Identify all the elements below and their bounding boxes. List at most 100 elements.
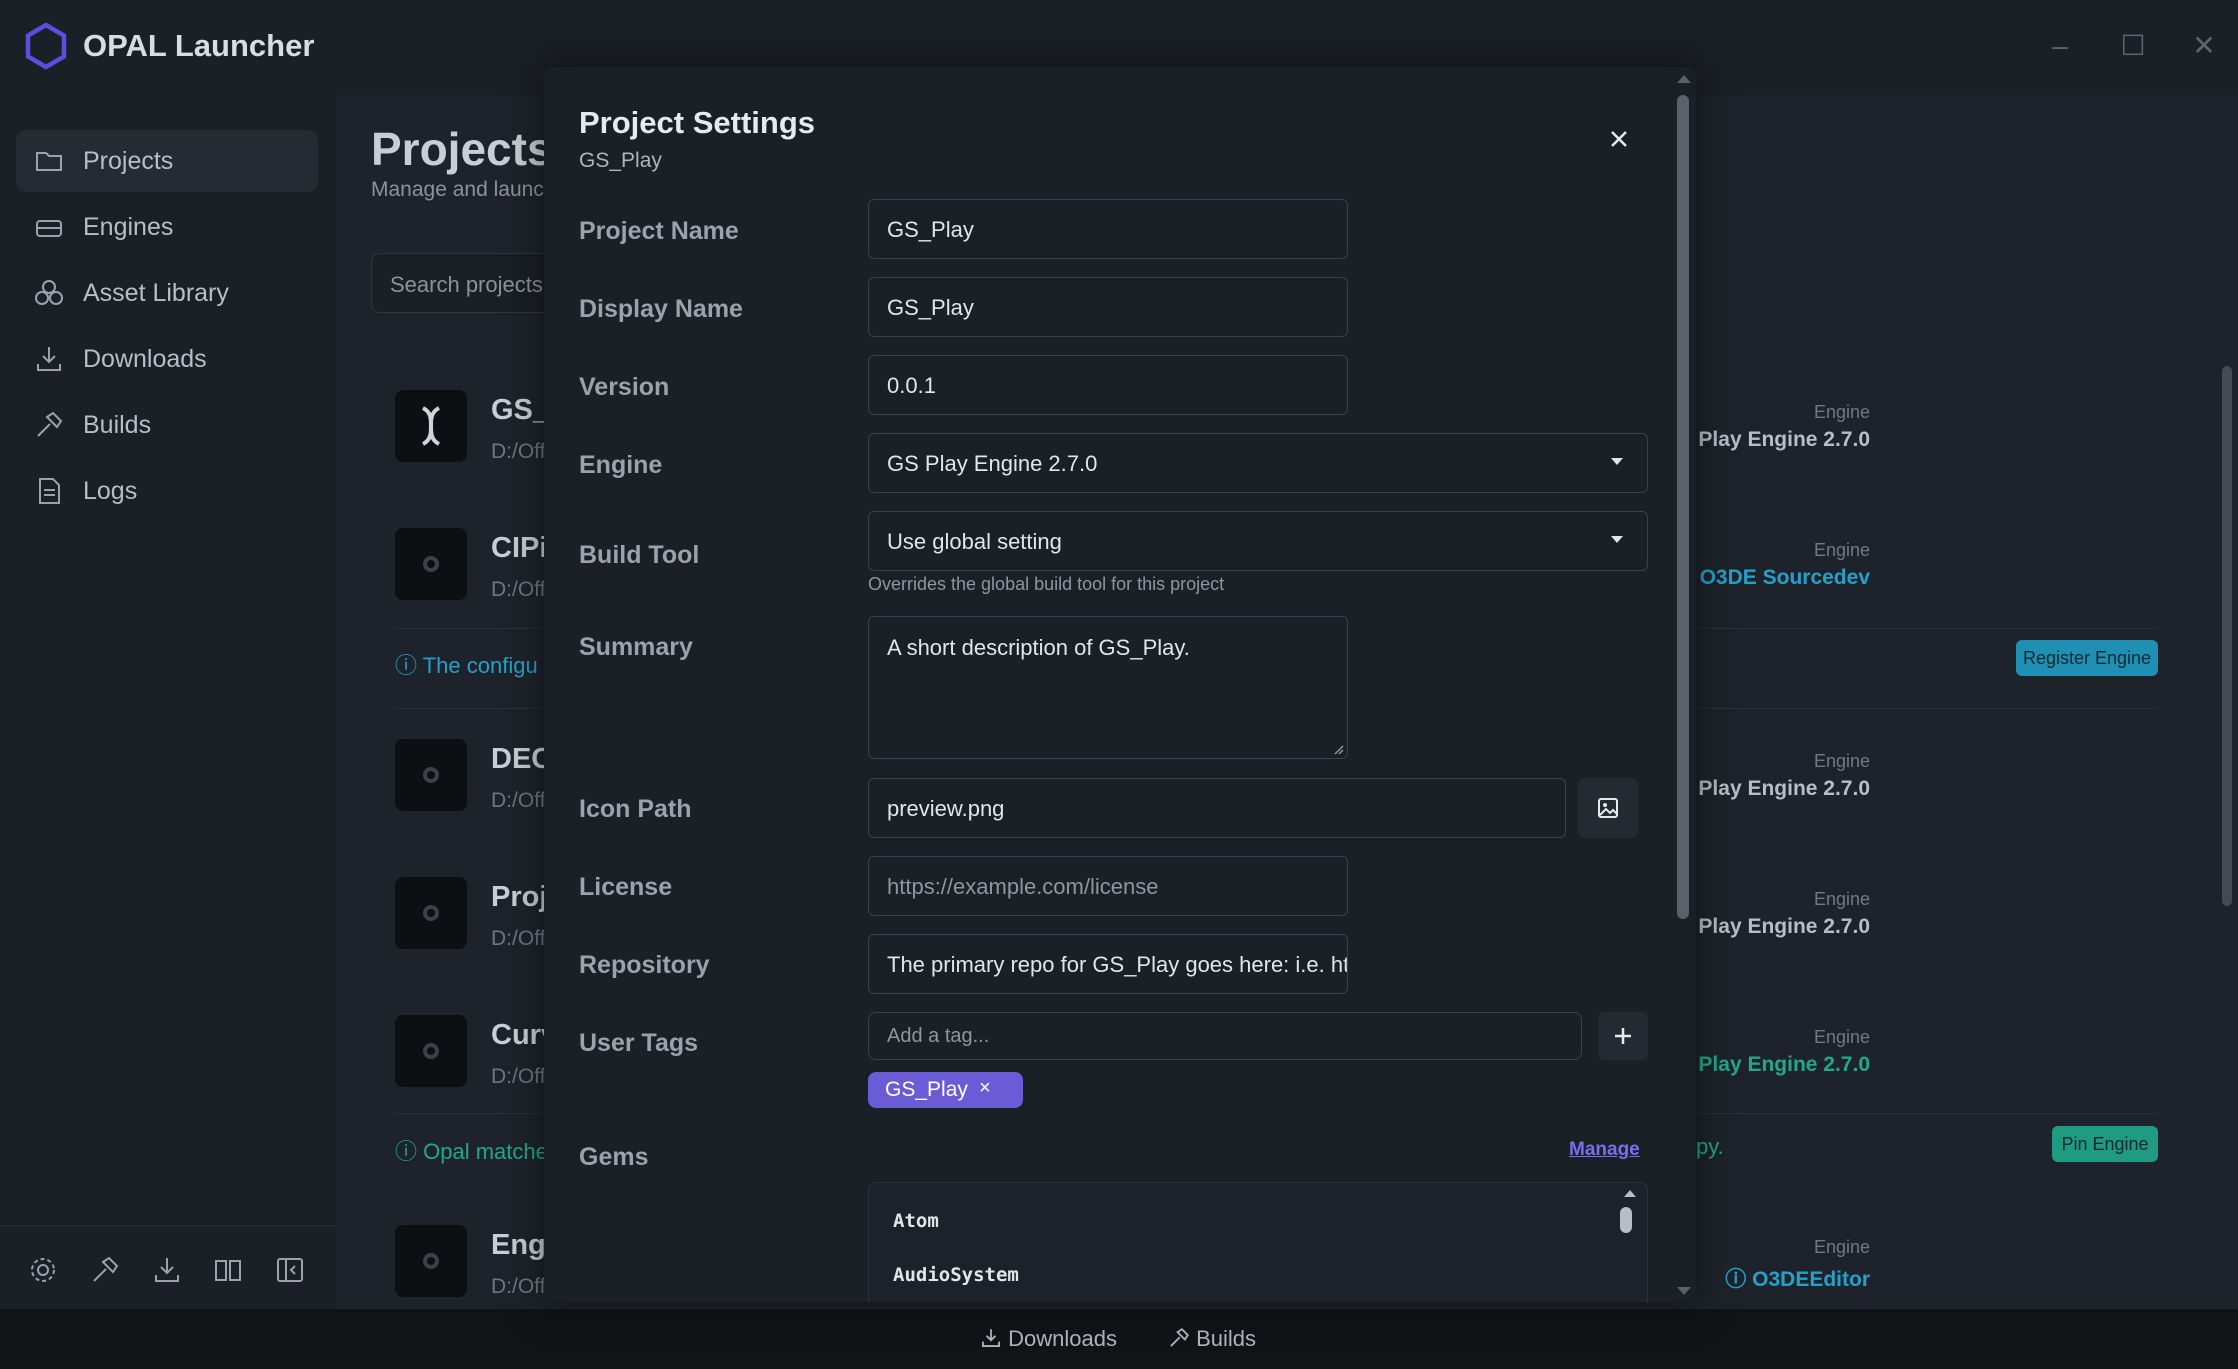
display-name-label: Display Name	[579, 295, 743, 323]
register-engine-button[interactable]: Register Engine	[2016, 640, 2158, 676]
maximize-button[interactable]: ☐	[2115, 28, 2151, 64]
config-notice-text: The configu	[422, 653, 538, 678]
project-path: D:/Off	[491, 927, 546, 950]
project-name[interactable]: CIPi	[491, 532, 547, 565]
display-name-value: GS_Play	[887, 295, 974, 320]
image-icon	[1598, 798, 1618, 818]
opal-notice-text: Opal matche	[423, 1139, 548, 1164]
project-path: D:/Off	[491, 440, 546, 463]
engine-name: S Play Engine 2.7.0	[1678, 777, 1870, 800]
folder-icon	[36, 152, 62, 171]
browse-image-button[interactable]	[1578, 778, 1638, 838]
sidebar-item-label: Builds	[83, 411, 152, 439]
close-icon	[1611, 131, 1627, 147]
project-icon	[395, 1015, 467, 1087]
dialog-scroll-up-arrow[interactable]	[1677, 75, 1691, 83]
engine-caption: Engine	[1813, 402, 1870, 422]
gems-scroll-up-arrow[interactable]	[1624, 1190, 1636, 1197]
gem-item[interactable]: Atom	[893, 1210, 939, 1232]
minimize-button[interactable]: –	[2042, 28, 2078, 64]
dialog-close-button[interactable]	[1602, 123, 1636, 157]
search-placeholder: Search projects...	[390, 272, 562, 297]
gems-list: Atom AudioSystem	[868, 1182, 1648, 1302]
download-icon[interactable]	[152, 1255, 182, 1285]
footer-builds[interactable]: Builds	[1168, 1326, 1256, 1352]
dialog-scroll-down-arrow[interactable]	[1677, 1287, 1691, 1295]
project-path: D:/Off	[491, 1065, 546, 1088]
gem-item[interactable]: AudioSystem	[893, 1264, 1019, 1286]
icon-path-label: Icon Path	[579, 795, 692, 823]
license-field[interactable]: https://example.com/license	[868, 856, 1348, 916]
engine-caption: Engine	[1813, 751, 1870, 771]
dialog-scrollbar[interactable]	[1677, 95, 1689, 919]
project-name-field[interactable]: GS_Play	[868, 199, 1348, 259]
project-icon	[395, 877, 467, 949]
add-tag-button[interactable]	[1598, 1012, 1648, 1060]
summary-value: A short description of GS_Play.	[887, 635, 1190, 660]
build-tool-label: Build Tool	[579, 541, 700, 569]
status-footer: Downloads Builds	[0, 1309, 2238, 1369]
project-name[interactable]: Proj	[491, 881, 547, 914]
opal-notice-tail: py.	[1696, 1134, 1724, 1159]
repository-field[interactable]: The primary repo for GS_Play goes here: …	[868, 934, 1348, 994]
tag-chip: GS_Play ×	[868, 1072, 1023, 1108]
repository-label: Repository	[579, 951, 710, 979]
hammer-icon	[1170, 1328, 1189, 1347]
gear-icon[interactable]	[28, 1255, 58, 1285]
collapse-sidebar-icon[interactable]	[275, 1255, 305, 1285]
project-icon	[395, 528, 467, 600]
sidebar-item-asset-library[interactable]: Asset Library	[16, 262, 318, 324]
book-icon[interactable]	[213, 1255, 243, 1285]
dialog-subtitle: GS_Play	[579, 149, 662, 172]
manage-gems-link[interactable]: Manage	[1569, 1139, 1640, 1161]
hammer-icon[interactable]	[90, 1255, 120, 1285]
sidebar-item-logs[interactable]: Logs	[16, 460, 318, 522]
license-label: License	[579, 873, 673, 901]
opal-notice: ⓘ Opal matche	[395, 1139, 548, 1164]
pin-engine-button[interactable]: Pin Engine	[2052, 1126, 2158, 1162]
hammer-icon	[37, 411, 63, 437]
project-settings-dialog: Project Settings GS_Play Project Name GS…	[544, 67, 1696, 1302]
display-name-field[interactable]: GS_Play	[868, 277, 1348, 337]
project-path: D:/Off	[491, 578, 546, 601]
footer-downloads[interactable]: Downloads	[980, 1326, 1117, 1352]
resize-handle-icon[interactable]	[1332, 743, 1344, 755]
sidebar-item-builds[interactable]: Builds	[16, 394, 318, 456]
engine-label: Engine	[579, 451, 663, 479]
version-field[interactable]: 0.0.1	[868, 355, 1348, 415]
footer-downloads-label: Downloads	[1008, 1326, 1117, 1351]
gems-scrollbar[interactable]	[1620, 1207, 1632, 1233]
engine-name: S Play Engine 2.7.0	[1678, 428, 1870, 451]
chevron-down-icon	[1611, 536, 1623, 543]
icon-path-value: preview.png	[887, 796, 1005, 821]
summary-label: Summary	[579, 633, 693, 661]
project-name[interactable]: Eng	[491, 1229, 546, 1262]
sidebar-item-downloads[interactable]: Downloads	[16, 328, 318, 390]
download-icon	[982, 1329, 1000, 1347]
sidebar-item-projects[interactable]: Projects	[16, 130, 318, 192]
sidebar-item-label: Projects	[83, 147, 174, 175]
remove-tag-button[interactable]: ×	[979, 1077, 991, 1100]
document-icon	[39, 478, 60, 504]
project-name[interactable]: GS_	[491, 394, 549, 427]
footer-builds-label: Builds	[1196, 1326, 1257, 1351]
project-name-label: Project Name	[579, 217, 739, 245]
engine-caption: Engine	[1813, 540, 1870, 560]
sidebar-item-engines[interactable]: Engines	[16, 196, 318, 258]
build-tool-hint: Overrides the global build tool for this…	[868, 574, 1225, 594]
add-tag-input[interactable]: Add a tag...	[868, 1012, 1582, 1060]
icon-path-field[interactable]: preview.png	[868, 778, 1566, 838]
main-scrollbar[interactable]	[2222, 366, 2232, 906]
user-tags-label: User Tags	[579, 1029, 699, 1057]
summary-textarea[interactable]: A short description of GS_Play.	[868, 616, 1348, 759]
sidebar-item-label: Engines	[83, 213, 174, 241]
dialog-title: Project Settings	[579, 105, 815, 140]
sidebar-item-label: Asset Library	[83, 279, 229, 307]
engine-select[interactable]: GS Play Engine 2.7.0	[868, 433, 1648, 493]
project-path: D:/Off	[491, 789, 546, 812]
window-close-button[interactable]: ✕	[2186, 28, 2222, 64]
project-icon	[395, 739, 467, 811]
build-tool-select[interactable]: Use global setting	[868, 511, 1648, 571]
page-title: Projects	[371, 123, 553, 175]
engine-caption: Engine	[1813, 889, 1870, 909]
